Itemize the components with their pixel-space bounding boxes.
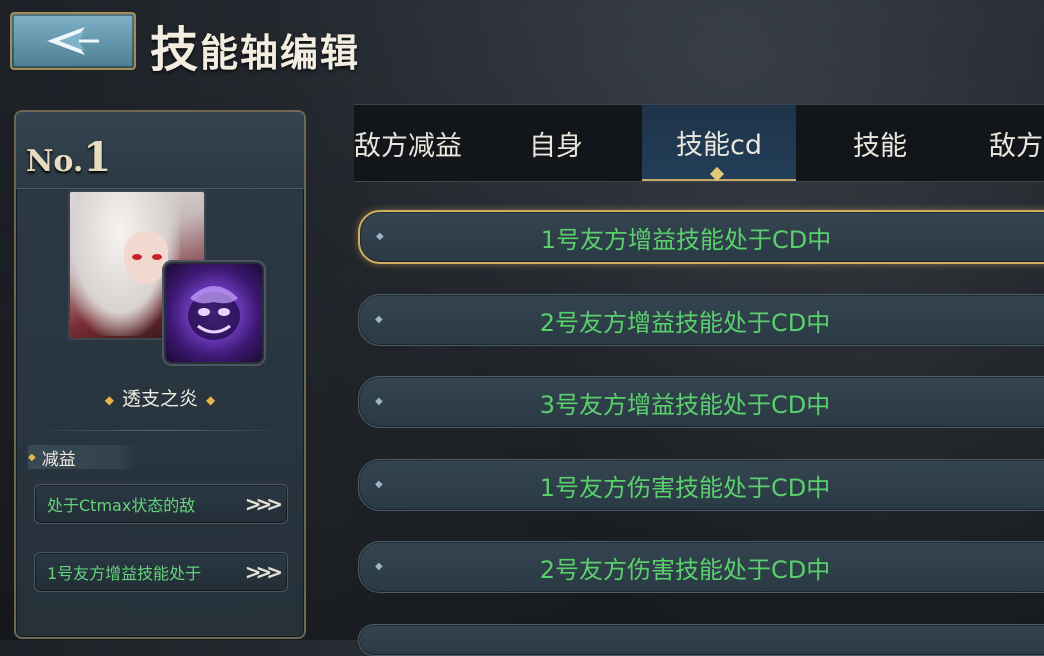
skill-icon[interactable] xyxy=(164,262,264,364)
tab-skill[interactable]: 技能 xyxy=(830,105,930,181)
arrow-back-icon xyxy=(47,27,99,55)
condition-list-item[interactable]: ◆ 2号友方增益技能处于CD中 xyxy=(358,294,1044,346)
condition-list-item[interactable]: ◆ 1号友方增益技能处于CD中 xyxy=(358,210,1044,264)
page-title-rest: 能轴编辑 xyxy=(200,31,361,75)
character-panel: No.1 ◆ 透支之炎 ◆ ◆ 减益 处于Ctmax状态的敌 >>> 1号友方增益技能… xyxy=(14,110,306,639)
condition-list-label: 1号友方伤害技能处于CD中 xyxy=(539,473,831,502)
condition-button-2[interactable]: 1号友方增益技能处于 >>> xyxy=(34,552,288,592)
diamond-icon: ◆ xyxy=(28,451,36,463)
condition-button-label: 1号友方增益技能处于 xyxy=(47,564,202,583)
portrait-eye xyxy=(132,254,142,260)
diamond-icon: ◆ xyxy=(206,392,216,407)
slot-number-prefix: No. xyxy=(26,144,84,179)
condition-button-label: 处于Ctmax状态的敌 xyxy=(47,496,196,515)
section-tag-label: 减益 xyxy=(41,449,76,470)
slot-number: No.1 xyxy=(26,134,111,181)
shadow-demon-icon xyxy=(188,286,240,340)
page-title: 技能轴编辑 xyxy=(150,10,360,78)
tab-enemy[interactable]: 敌方 xyxy=(966,105,1044,181)
triple-chevron-right-icon: >>> xyxy=(244,560,283,584)
portrait-eye xyxy=(152,254,162,260)
condition-list-label: 2号友方增益技能处于CD中 xyxy=(539,308,831,337)
diamond-icon: ◆ xyxy=(104,392,114,407)
character-name: 透支之炎 xyxy=(121,388,198,410)
condition-button-1[interactable]: 处于Ctmax状态的敌 >>> xyxy=(34,484,288,524)
tab-label: 技能cd xyxy=(676,129,762,161)
condition-list-item[interactable]: ◆ 3号友方增益技能处于CD中 xyxy=(358,376,1044,428)
tab-label: 敌方减益 xyxy=(354,130,462,162)
condition-list-item-partial[interactable] xyxy=(358,624,1044,656)
slot-number-value: 1 xyxy=(83,134,112,181)
tab-label: 技能 xyxy=(853,130,907,162)
category-tab-bar: 敌方减益 自身 技能cd 技能 敌方 xyxy=(354,104,1044,182)
tab-self[interactable]: 自身 xyxy=(506,105,606,181)
condition-list-item[interactable]: ◆ 1号友方伤害技能处于CD中 xyxy=(358,459,1044,511)
divider xyxy=(28,430,292,431)
tab-label: 敌方 xyxy=(989,130,1043,162)
back-button[interactable] xyxy=(10,12,136,70)
tab-label: 自身 xyxy=(529,130,583,162)
condition-list-item[interactable]: ◆ 2号友方伤害技能处于CD中 xyxy=(358,541,1044,593)
tab-enemy-debuff[interactable]: 敌方减益 xyxy=(354,105,468,181)
character-name-row: ◆ 透支之炎 ◆ xyxy=(16,384,304,411)
condition-list-label: 2号友方伤害技能处于CD中 xyxy=(539,555,831,584)
condition-list-label: 1号友方增益技能处于CD中 xyxy=(540,225,832,254)
section-tag-debuff: ◆ 减益 xyxy=(28,445,140,470)
condition-list-label: 3号友方增益技能处于CD中 xyxy=(539,390,831,419)
triple-chevron-right-icon: >>> xyxy=(244,492,283,516)
page-title-first: 技 xyxy=(150,22,201,78)
